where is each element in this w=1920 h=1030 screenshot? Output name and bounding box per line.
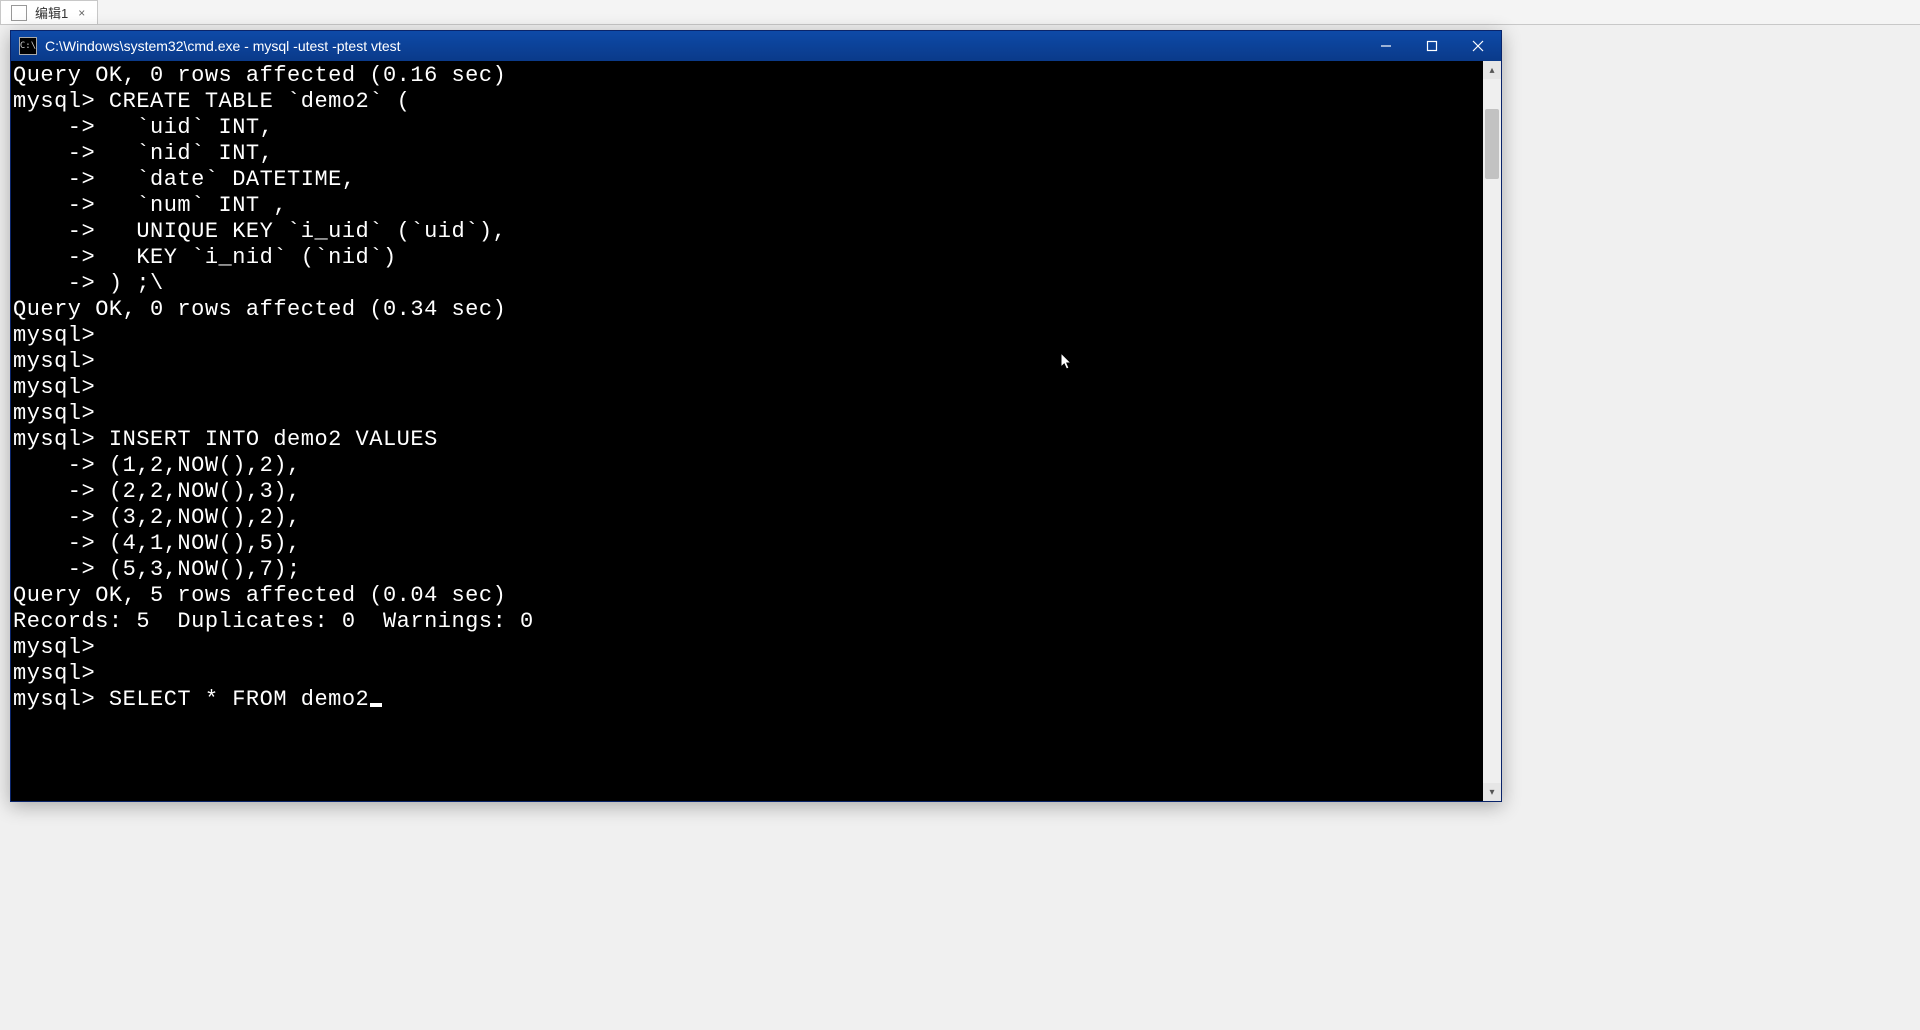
terminal-line: mysql> INSERT INTO demo2 VALUES <box>13 427 1483 453</box>
terminal-line: -> (2,2,NOW(),3), <box>13 479 1483 505</box>
terminal-line: Records: 5 Duplicates: 0 Warnings: 0 <box>13 609 1483 635</box>
terminal-line: -> KEY `i_nid` (`nid`) <box>13 245 1483 271</box>
scroll-up-icon[interactable]: ▴ <box>1483 61 1501 79</box>
terminal-line: Query OK, 0 rows affected (0.16 sec) <box>13 63 1483 89</box>
close-button[interactable] <box>1455 31 1501 61</box>
terminal-line: -> `uid` INT, <box>13 115 1483 141</box>
client-area: Query OK, 0 rows affected (0.16 sec)mysq… <box>11 61 1501 801</box>
terminal-line: mysql> SELECT * FROM demo2 <box>13 687 1483 713</box>
terminal-line: -> `nid` INT, <box>13 141 1483 167</box>
terminal-line: -> ) ;\ <box>13 271 1483 297</box>
outer-tab-label: 编辑1 <box>35 3 68 22</box>
terminal-line: mysql> <box>13 635 1483 661</box>
document-icon <box>11 5 27 21</box>
terminal-line: mysql> <box>13 375 1483 401</box>
titlebar[interactable]: C:\ C:\Windows\system32\cmd.exe - mysql … <box>11 31 1501 61</box>
cmd-icon: C:\ <box>19 37 37 55</box>
terminal-line: -> UNIQUE KEY `i_uid` (`uid`), <box>13 219 1483 245</box>
terminal-line: mysql> <box>13 661 1483 687</box>
terminal-line: -> `num` INT , <box>13 193 1483 219</box>
terminal-line: Query OK, 0 rows affected (0.34 sec) <box>13 297 1483 323</box>
terminal-line: mysql> <box>13 323 1483 349</box>
terminal-line: -> (3,2,NOW(),2), <box>13 505 1483 531</box>
scroll-down-icon[interactable]: ▾ <box>1483 783 1501 801</box>
outer-tabstrip: 编辑1 × <box>0 0 1920 25</box>
cmd-window: C:\ C:\Windows\system32\cmd.exe - mysql … <box>10 30 1502 802</box>
cursor-icon <box>370 703 382 707</box>
outer-tab[interactable]: 编辑1 × <box>0 0 98 24</box>
terminal-line: -> (1,2,NOW(),2), <box>13 453 1483 479</box>
terminal-line: mysql> <box>13 349 1483 375</box>
minimize-button[interactable] <box>1363 31 1409 61</box>
scrollbar-track[interactable] <box>1483 79 1501 783</box>
terminal-line: -> `date` DATETIME, <box>13 167 1483 193</box>
maximize-button[interactable] <box>1409 31 1455 61</box>
terminal-line: Query OK, 5 rows affected (0.04 sec) <box>13 583 1483 609</box>
terminal-line: mysql> <box>13 401 1483 427</box>
vertical-scrollbar[interactable]: ▴ ▾ <box>1483 61 1501 801</box>
tab-close-icon[interactable]: × <box>76 6 87 20</box>
minimize-icon <box>1380 40 1392 52</box>
terminal-line: -> (4,1,NOW(),5), <box>13 531 1483 557</box>
maximize-icon <box>1426 40 1438 52</box>
window-controls <box>1363 31 1501 61</box>
window-title: C:\Windows\system32\cmd.exe - mysql -ute… <box>45 38 401 54</box>
terminal-line: -> (5,3,NOW(),7); <box>13 557 1483 583</box>
terminal-output[interactable]: Query OK, 0 rows affected (0.16 sec)mysq… <box>11 61 1483 801</box>
scrollbar-thumb[interactable] <box>1485 109 1499 179</box>
close-icon <box>1472 40 1484 52</box>
terminal-line: mysql> CREATE TABLE `demo2` ( <box>13 89 1483 115</box>
